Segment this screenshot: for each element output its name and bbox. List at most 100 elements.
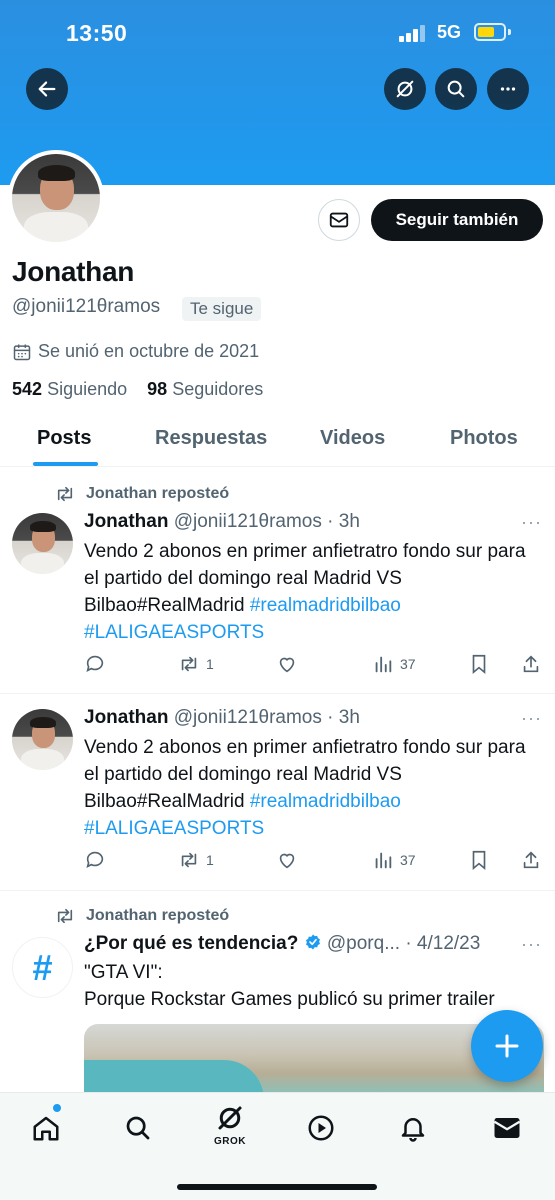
followers-label: Seguidores (172, 379, 264, 399)
nav-search[interactable] (121, 1111, 155, 1145)
calendar-icon (13, 344, 31, 360)
arrow-left-icon (38, 81, 56, 97)
repost-indicator: Jonathan reposteó (54, 485, 229, 503)
signal-icon (399, 25, 429, 42)
followers-count: 98 (147, 379, 168, 399)
bookmark-icon (472, 654, 486, 675)
grok-profile-button[interactable] (384, 68, 426, 110)
reply-button[interactable] (84, 849, 112, 871)
trend-text-line: Porque Rockstar Games publicó su primer … (84, 989, 495, 1010)
post-more-button[interactable]: ··· (521, 934, 542, 955)
hashtag-link[interactable]: #LALIGAEASPORTS (84, 818, 264, 839)
post-item[interactable]: Jonathan @jonii121θramos · 3h ··· Vendo … (0, 694, 555, 891)
status-time: 13:50 (66, 20, 128, 46)
follow-back-button[interactable]: Seguir también (371, 199, 543, 241)
ellipsis-icon (500, 87, 516, 91)
views-icon (375, 656, 392, 673)
views-icon (375, 852, 392, 869)
battery-icon (474, 23, 506, 41)
post-more-button[interactable]: ··· (521, 708, 542, 729)
trend-meta: @porq... · 4/12/23 (326, 933, 481, 954)
nav-grok[interactable] (213, 1101, 247, 1135)
profile-handle: @jonii121θramos (12, 296, 161, 317)
repost-icon (181, 656, 197, 672)
home-indicator (177, 1184, 377, 1190)
search-button[interactable] (435, 68, 477, 110)
play-circle-icon (308, 1115, 334, 1141)
nav-video[interactable] (304, 1111, 338, 1145)
back-button[interactable] (26, 68, 68, 110)
status-bar: 13:50 5G (0, 0, 555, 62)
following-link[interactable]: 542 Siguiendo (12, 379, 127, 399)
search-icon (447, 80, 465, 98)
tab-videos[interactable]: Videos (320, 427, 385, 450)
share-icon (523, 655, 539, 673)
hashtag-link[interactable]: #LALIGAEASPORTS (84, 622, 264, 643)
nav-notifications[interactable] (396, 1111, 430, 1145)
trend-text-line: "GTA VI": (84, 962, 163, 983)
joined-text: Se unió en octubre de 2021 (38, 341, 260, 361)
bookmark-button[interactable] (468, 653, 496, 675)
grok-icon (396, 80, 414, 98)
nav-messages[interactable] (490, 1111, 524, 1145)
reply-button[interactable] (84, 653, 112, 675)
share-button[interactable] (520, 653, 548, 675)
envelope-icon (329, 212, 349, 228)
post-actions: 1 37 (84, 653, 544, 677)
profile-tabs: Posts Respuestas Videos Photos (0, 413, 555, 467)
repost-icon (57, 908, 73, 924)
bookmark-button[interactable] (468, 849, 496, 871)
post-actions: 1 37 (84, 849, 544, 873)
grok-label: GROK (214, 1136, 246, 1147)
post-avatar[interactable] (12, 513, 73, 574)
like-button[interactable] (276, 849, 304, 871)
notification-dot (53, 1104, 61, 1112)
active-tab-indicator (33, 462, 98, 466)
profile-name: Jonathan (12, 256, 135, 287)
views-button[interactable]: 37 (372, 849, 416, 871)
post-avatar[interactable] (12, 709, 73, 770)
home-icon (33, 1116, 59, 1141)
repost-label: Jonathan reposteó (86, 907, 230, 924)
trend-post-header: ¿Por qué es tendencia? @porq... · 4/12/2… (84, 933, 480, 955)
bell-icon (401, 1118, 425, 1142)
trend-title[interactable]: ¿Por qué es tendencia? (84, 933, 298, 954)
envelope-icon (493, 1118, 521, 1138)
post-author[interactable]: Jonathan (84, 707, 168, 728)
bookmark-icon (472, 850, 486, 871)
views-button[interactable]: 37 (372, 653, 416, 675)
repost-button[interactable]: 1 (178, 653, 214, 675)
tab-photos[interactable]: Photos (450, 427, 518, 450)
hashtag-link[interactable]: #realmadridbilbao (250, 595, 401, 616)
message-button[interactable] (318, 199, 360, 241)
views-count: 37 (400, 656, 416, 672)
tab-respuestas[interactable]: Respuestas (155, 427, 267, 450)
repost-indicator: Jonathan reposteó (54, 907, 229, 925)
repost-button[interactable]: 1 (178, 849, 214, 871)
repost-label: Jonathan reposteó (86, 485, 230, 502)
network-label: 5G (437, 22, 462, 42)
post-text: Vendo 2 abonos en primer anfietratro fon… (84, 734, 544, 842)
post-item[interactable]: Jonathan reposteó Jonathan @jonii121θram… (0, 468, 555, 694)
post-header: Jonathan @jonii121θramos · 3h (84, 707, 360, 729)
hashtag-avatar[interactable]: # (12, 937, 73, 998)
reply-icon (86, 851, 104, 868)
compose-post-button[interactable] (471, 1010, 543, 1082)
post-author[interactable]: Jonathan (84, 511, 168, 532)
reply-icon (86, 655, 104, 672)
follow-counts: 542 Siguiendo 98 Seguidores (12, 379, 263, 400)
repost-icon (57, 486, 73, 502)
repost-count: 1 (206, 852, 214, 868)
followers-link[interactable]: 98 Seguidores (147, 379, 263, 399)
hashtag-link[interactable]: #realmadridbilbao (250, 791, 401, 812)
post-meta: @jonii121θramos · 3h (173, 511, 360, 532)
tab-posts[interactable]: Posts (37, 427, 91, 450)
nav-home[interactable] (29, 1111, 63, 1145)
more-options-button[interactable] (487, 68, 529, 110)
search-icon (126, 1116, 150, 1140)
post-more-button[interactable]: ··· (521, 512, 542, 533)
profile-avatar[interactable] (8, 150, 104, 246)
like-button[interactable] (276, 653, 304, 675)
post-header: Jonathan @jonii121θramos · 3h (84, 511, 360, 533)
share-button[interactable] (520, 849, 548, 871)
